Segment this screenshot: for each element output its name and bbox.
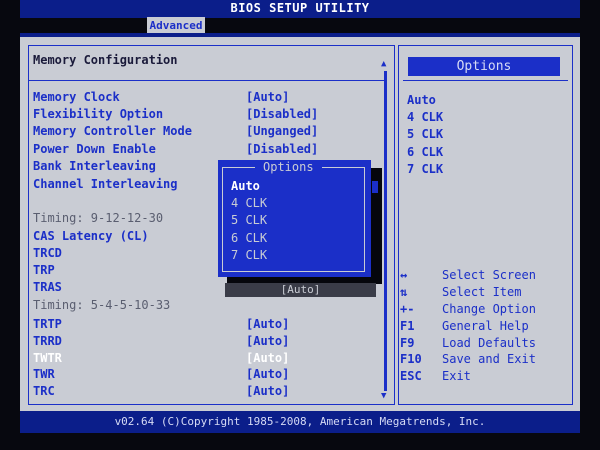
option-entry: 4 CLK xyxy=(407,110,444,124)
bios-screen: BIOS SETUP UTILITY Advanced Memory Confi… xyxy=(0,0,600,450)
utility-title: BIOS SETUP UTILITY xyxy=(230,1,370,15)
value-memory-clock[interactable]: [Auto] xyxy=(246,90,289,104)
value-trc[interactable]: [Auto] xyxy=(246,384,289,398)
setting-memory-controller-mode[interactable]: Memory Controller Mode xyxy=(33,124,192,138)
setting-bank-interleaving[interactable]: Bank Interleaving xyxy=(33,159,156,173)
footer-bar: v02.64 (C)Copyright 1985-2008, American … xyxy=(20,411,580,433)
help-select-screen: Select Screen xyxy=(442,268,536,282)
help-exit: Exit xyxy=(442,369,471,383)
setting-cas-latency[interactable]: CAS Latency (CL) xyxy=(33,229,149,243)
scroll-track[interactable] xyxy=(384,71,387,391)
value-tras[interactable]: [Auto] xyxy=(225,283,376,297)
option-entry: 6 CLK xyxy=(407,145,444,159)
section-title: Memory Configuration xyxy=(33,53,178,67)
timing-group-label: Timing: 5-4-5-10-33 xyxy=(33,298,171,312)
help-key-f1: F1 xyxy=(400,319,415,333)
setting-twtr[interactable]: TWTR xyxy=(33,351,62,365)
popup-option-6clk[interactable]: 6 CLK xyxy=(231,231,267,245)
setting-flexibility-option[interactable]: Flexibility Option xyxy=(33,107,163,121)
value-flexibility-option[interactable]: [Disabled] xyxy=(246,107,318,121)
value-memory-controller-mode[interactable]: [Unganged] xyxy=(246,124,318,138)
option-entry: 5 CLK xyxy=(407,127,444,141)
arrows-vertical-icon: ⇅ xyxy=(400,285,408,299)
arrows-horizontal-icon: ↔ xyxy=(400,268,408,282)
setting-power-down-enable[interactable]: Power Down Enable xyxy=(33,142,156,156)
scroll-down-arrow-icon[interactable]: ▼ xyxy=(381,391,386,401)
popup-option-5clk[interactable]: 5 CLK xyxy=(231,213,267,227)
value-power-down-enable[interactable]: [Disabled] xyxy=(246,142,318,156)
popup-option-7clk[interactable]: 7 CLK xyxy=(231,248,267,262)
setting-memory-clock[interactable]: Memory Clock xyxy=(33,90,120,104)
popup-option-4clk[interactable]: 4 CLK xyxy=(231,196,267,210)
popup-option-auto[interactable]: Auto xyxy=(231,179,260,193)
option-entry: 7 CLK xyxy=(407,162,444,176)
copyright-text: v02.64 (C)Copyright 1985-2008, American … xyxy=(114,415,486,428)
popup-title: Options xyxy=(255,160,322,174)
help-general-help: General Help xyxy=(442,319,529,333)
title-bar: BIOS SETUP UTILITY xyxy=(20,0,580,18)
tab-advanced[interactable]: Advanced xyxy=(147,17,205,34)
scrollbar[interactable]: ▲ ▼ xyxy=(381,59,389,404)
value-twr[interactable]: [Auto] xyxy=(246,367,289,381)
setting-trrd[interactable]: TRRD xyxy=(33,334,62,348)
setting-trp[interactable]: TRP xyxy=(33,263,55,277)
setting-trtp[interactable]: TRTP xyxy=(33,317,62,331)
value-twtr[interactable]: [Auto] xyxy=(246,351,289,365)
value-trtp[interactable]: [Auto] xyxy=(246,317,289,331)
value-trrd[interactable]: [Auto] xyxy=(246,334,289,348)
options-header: Options xyxy=(408,57,560,76)
timing-group-label: Timing: 9-12-12-30 xyxy=(33,211,164,225)
setting-twr[interactable]: TWR xyxy=(33,367,55,381)
option-entry: Auto xyxy=(407,93,436,107)
help-key-plus-minus: +- xyxy=(400,302,415,316)
help-key-esc: ESC xyxy=(400,369,422,383)
help-divider xyxy=(403,80,568,81)
help-select-item: Select Item xyxy=(442,285,522,299)
setting-tras[interactable]: TRAS xyxy=(33,280,62,294)
help-load-defaults: Load Defaults xyxy=(442,336,536,350)
setting-trc[interactable]: TRC xyxy=(33,384,55,398)
options-popup: Options Auto 4 CLK 5 CLK 6 CLK 7 CLK xyxy=(218,160,371,277)
help-change-option: Change Option xyxy=(442,302,536,316)
section-divider xyxy=(29,80,384,81)
help-key-f10: F10 xyxy=(400,352,422,366)
scroll-up-arrow-icon[interactable]: ▲ xyxy=(381,59,386,69)
help-save-and-exit: Save and Exit xyxy=(442,352,536,366)
setting-channel-interleaving[interactable]: Channel Interleaving xyxy=(33,177,178,191)
help-key-f9: F9 xyxy=(400,336,415,350)
value-bracket-peek xyxy=(372,181,378,193)
setting-trcd[interactable]: TRCD xyxy=(33,246,62,260)
